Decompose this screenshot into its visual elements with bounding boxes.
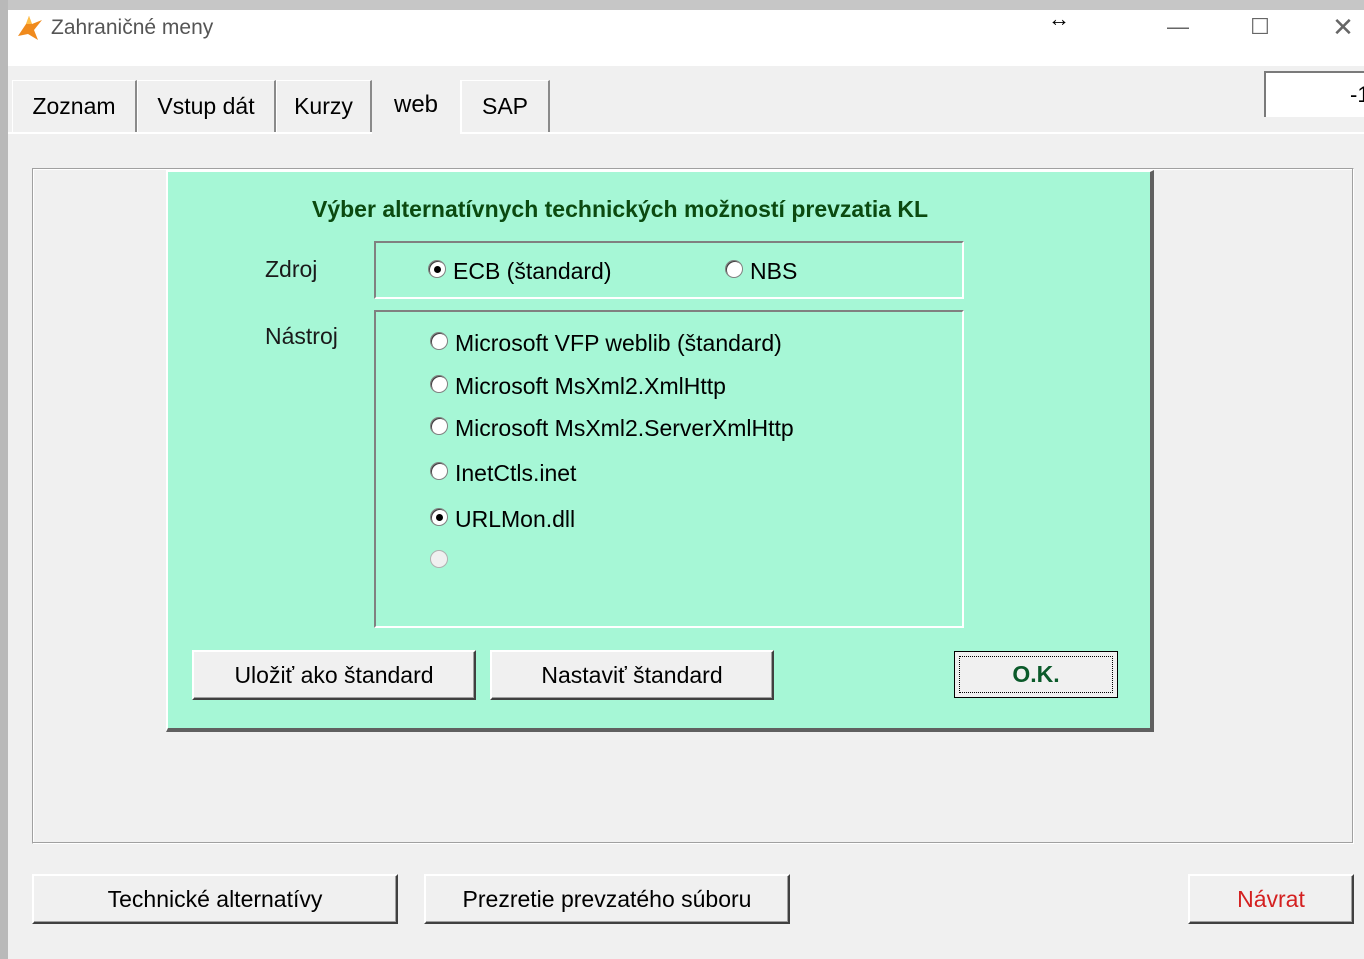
focus-rect xyxy=(959,656,1113,693)
technical-alternatives-button[interactable]: Technické alternatívy xyxy=(32,874,398,924)
tab-baseline xyxy=(8,132,1364,134)
radio-ecb[interactable] xyxy=(428,260,446,278)
radio-empty-option xyxy=(430,550,448,568)
radio-nbs[interactable] xyxy=(725,260,743,278)
close-button[interactable]: ✕ xyxy=(1328,12,1358,42)
tab-web[interactable]: web xyxy=(372,76,460,134)
radio-nbs-label: NBS xyxy=(750,258,798,284)
tab-zoznam[interactable]: Zoznam xyxy=(12,80,137,132)
radio-msxml2-xmlhttp[interactable] xyxy=(430,375,448,393)
radio-msxml2-serverxmlhttp[interactable] xyxy=(430,417,448,435)
radio-vfp-weblib[interactable] xyxy=(430,332,448,350)
desktop-edge-top xyxy=(0,0,1364,10)
save-as-default-button[interactable]: Uložiť ako štandard xyxy=(192,650,476,700)
source-label: Zdroj xyxy=(265,256,318,282)
view-downloaded-file-button[interactable]: Prezretie prevzatého súboru xyxy=(424,874,790,924)
top-right-field[interactable]: -1 xyxy=(1264,71,1364,117)
radio-vfp-weblib-label: Microsoft VFP weblib (štandard) xyxy=(455,330,782,356)
tab-vstup-dat[interactable]: Vstup dát xyxy=(137,80,276,132)
radio-msxml2-xmlhttp-label: Microsoft MsXml2.XmlHttp xyxy=(455,373,726,399)
tab-kurzy[interactable]: Kurzy xyxy=(276,80,372,132)
resize-cursor-icon: ↔ xyxy=(1048,6,1070,31)
tool-label: Nástroj xyxy=(265,323,338,349)
radio-msxml2-serverxmlhttp-label: Microsoft MsXml2.ServerXmlHttp xyxy=(455,415,794,441)
dialog-title: Výber alternatívnych technických možnost… xyxy=(312,196,929,222)
desktop-edge-left xyxy=(0,0,8,959)
minimize-button[interactable]: — xyxy=(1163,12,1193,42)
ok-button[interactable]: O.K. xyxy=(954,651,1118,698)
radio-inetctls[interactable] xyxy=(430,462,448,480)
app-fox-icon xyxy=(14,14,44,42)
set-default-button[interactable]: Nastaviť štandard xyxy=(490,650,774,700)
radio-urlmon-label: URLMon.dll xyxy=(455,506,576,532)
maximize-button[interactable]: ☐ xyxy=(1245,12,1275,42)
radio-ecb-label: ECB (štandard) xyxy=(453,258,612,284)
radio-inetctls-label: InetCtls.inet xyxy=(455,460,577,486)
radio-urlmon[interactable] xyxy=(430,508,448,526)
tab-sap[interactable]: SAP xyxy=(460,80,550,132)
return-button[interactable]: Návrat xyxy=(1188,874,1354,924)
window-title: Zahraničné meny xyxy=(51,16,214,39)
